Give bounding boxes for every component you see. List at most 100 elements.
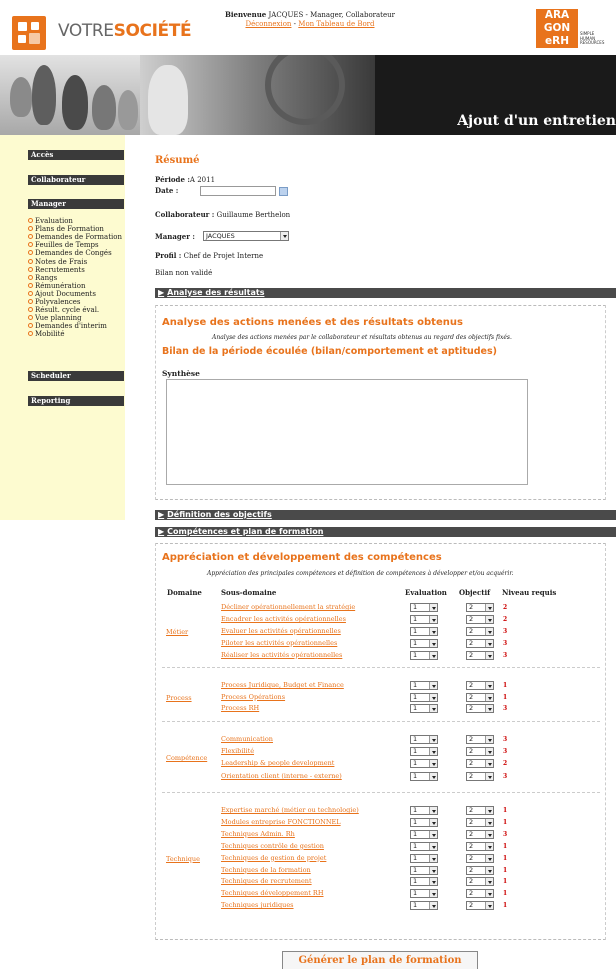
sidebar-item[interactable]: Vue planning — [28, 314, 82, 322]
evaluation-select[interactable]: 1 — [410, 692, 438, 702]
evaluation-select[interactable]: 1 — [410, 681, 438, 690]
evaluation-select[interactable]: 1 — [410, 877, 438, 887]
bullet-icon — [28, 218, 33, 223]
evaluation-select[interactable]: 1 — [410, 735, 438, 744]
objectif-select[interactable]: 2 — [466, 681, 494, 690]
subdomain-link[interactable]: Encadrer les activités opérationnelles — [221, 614, 346, 624]
logout-link[interactable]: Déconnexion — [245, 20, 291, 28]
objectif-select[interactable]: 2 — [466, 829, 494, 839]
subdomain-link[interactable]: Techniques de recrutement — [221, 876, 312, 886]
subdomain-link[interactable]: Modules entreprise FONCTIONNEL — [221, 817, 341, 827]
evaluation-select[interactable]: 1 — [410, 626, 438, 636]
subdomain-link[interactable]: Techniques Admin. Rh — [221, 829, 295, 839]
generate-plan-button[interactable]: Générer le plan de formation — [282, 951, 478, 969]
sidebar-section-acces[interactable]: Accès — [28, 150, 124, 160]
sidebar-section-collaborateur[interactable]: Collaborateur — [28, 175, 124, 185]
sidebar-item[interactable]: Résult. cycle éval. — [28, 306, 99, 314]
domain-link[interactable]: Métier — [166, 628, 188, 636]
section-toggle-competences[interactable]: ▶ Compétences et plan de formation — [155, 527, 616, 537]
date-input[interactable] — [200, 186, 276, 196]
sidebar-item[interactable]: Evaluation — [28, 217, 73, 225]
sidebar-item[interactable]: Demandes de Formation — [28, 233, 122, 241]
objectif-select[interactable]: 2 — [466, 735, 494, 744]
evaluation-select[interactable]: 1 — [410, 889, 438, 899]
aragon-erh-logo: ARA GON eRH SIMPLE HUMAN RESOURCES — [536, 9, 612, 49]
subdomain-link[interactable]: Orientation client (interne - externe) — [221, 771, 342, 781]
objectif-select[interactable]: 2 — [466, 747, 494, 757]
manager-select[interactable]: JACQUES — [203, 231, 289, 241]
objectif-select[interactable]: 2 — [466, 692, 494, 702]
chevron-down-icon — [485, 830, 493, 838]
subdomain-link[interactable]: Process RH — [221, 703, 259, 713]
objectif-select[interactable]: 2 — [466, 650, 494, 660]
objectif-select[interactable]: 2 — [466, 817, 494, 827]
section-toggle-analyse[interactable]: ▶ Analyse des résultats — [155, 288, 616, 298]
evaluation-select[interactable]: 1 — [410, 704, 438, 714]
objectif-select[interactable]: 2 — [466, 759, 494, 769]
evaluation-select[interactable]: 1 — [410, 829, 438, 839]
sidebar-section-scheduler[interactable]: Scheduler — [28, 371, 124, 381]
evaluation-select[interactable]: 1 — [410, 650, 438, 660]
subdomain-link[interactable]: Techniques juridiques — [221, 900, 294, 910]
subdomain-link[interactable]: Techniques développement RH — [221, 888, 324, 898]
sidebar-item[interactable]: Demandes de Congés — [28, 249, 112, 257]
sidebar-item[interactable]: Mobilité — [28, 330, 65, 338]
subdomain-link[interactable]: Leadership & people development — [221, 758, 334, 768]
subdomain-link[interactable]: Expertise marché (métier ou technologie) — [221, 805, 359, 815]
objectif-select[interactable]: 2 — [466, 614, 494, 624]
domain-link[interactable]: Technique — [166, 855, 200, 863]
subdomain-link[interactable]: Techniques contrôle de gestion — [221, 841, 324, 851]
objectif-select[interactable]: 2 — [466, 626, 494, 636]
sidebar-section-reporting[interactable]: Reporting — [28, 396, 124, 406]
objectif-select[interactable]: 2 — [466, 877, 494, 887]
sidebar-item[interactable]: Recrutements — [28, 266, 85, 274]
objectif-select[interactable]: 2 — [466, 901, 494, 911]
domain-link[interactable]: Process — [166, 694, 192, 702]
dashboard-link[interactable]: Mon Tableau de Bord — [298, 20, 374, 28]
evaluation-select[interactable]: 1 — [410, 865, 438, 875]
evaluation-select[interactable]: 1 — [410, 841, 438, 851]
objectif-select[interactable]: 2 — [466, 806, 494, 815]
domain-link[interactable]: Compétence — [166, 754, 207, 762]
evaluation-select[interactable]: 1 — [410, 747, 438, 757]
evaluation-select[interactable]: 1 — [410, 638, 438, 648]
subdomain-link[interactable]: Evaluer les activités opérationnelles — [221, 626, 341, 636]
sidebar-item[interactable]: Rémunération — [28, 282, 86, 290]
sidebar-item[interactable]: Plans de Formation — [28, 225, 104, 233]
evaluation-select[interactable]: 1 — [410, 806, 438, 815]
sidebar-item[interactable]: Feuilles de Temps — [28, 241, 99, 249]
subdomain-link[interactable]: Réaliser les activités opérationnelles — [221, 650, 342, 660]
evaluation-select[interactable]: 1 — [410, 901, 438, 911]
subdomain-link[interactable]: Flexibilité — [221, 746, 254, 756]
objectif-select[interactable]: 2 — [466, 704, 494, 714]
evaluation-select[interactable]: 1 — [410, 759, 438, 769]
objectif-select[interactable]: 2 — [466, 603, 494, 612]
sidebar-section-manager[interactable]: Manager — [28, 199, 124, 209]
subdomain-link[interactable]: Décliner opérationnellement la stratégie — [221, 602, 355, 612]
subdomain-link[interactable]: Communication — [221, 734, 273, 744]
objectif-select[interactable]: 2 — [466, 889, 494, 899]
section-toggle-objectifs[interactable]: ▶ Définition des objectifs — [155, 510, 616, 520]
evaluation-select[interactable]: 1 — [410, 817, 438, 827]
synthese-textarea[interactable] — [166, 379, 528, 485]
objectif-select[interactable]: 2 — [466, 865, 494, 875]
sidebar-item[interactable]: Ajout Documents — [28, 290, 96, 298]
subdomain-link[interactable]: Piloter les activités opérationnelles — [221, 638, 337, 648]
evaluation-select[interactable]: 1 — [410, 771, 438, 781]
sidebar-item[interactable]: Rangs — [28, 274, 57, 282]
objectif-select[interactable]: 2 — [466, 638, 494, 648]
sidebar-item[interactable]: Demandes d'interim — [28, 322, 107, 330]
sidebar-item[interactable]: Notes de Frais — [28, 258, 87, 266]
objectif-select[interactable]: 2 — [466, 853, 494, 863]
subdomain-link[interactable]: Techniques de gestion de projet — [221, 853, 326, 863]
calendar-icon[interactable] — [279, 187, 288, 196]
objectif-select[interactable]: 2 — [466, 841, 494, 851]
subdomain-link[interactable]: Process Opérations — [221, 692, 285, 702]
sidebar-item[interactable]: Polyvalences — [28, 298, 81, 306]
evaluation-select[interactable]: 1 — [410, 614, 438, 624]
evaluation-select[interactable]: 1 — [410, 603, 438, 612]
subdomain-link[interactable]: Process Juridique, Budget et Finance — [221, 680, 344, 690]
objectif-select[interactable]: 2 — [466, 771, 494, 781]
subdomain-link[interactable]: Techniques de la formation — [221, 865, 311, 875]
evaluation-select[interactable]: 1 — [410, 853, 438, 863]
